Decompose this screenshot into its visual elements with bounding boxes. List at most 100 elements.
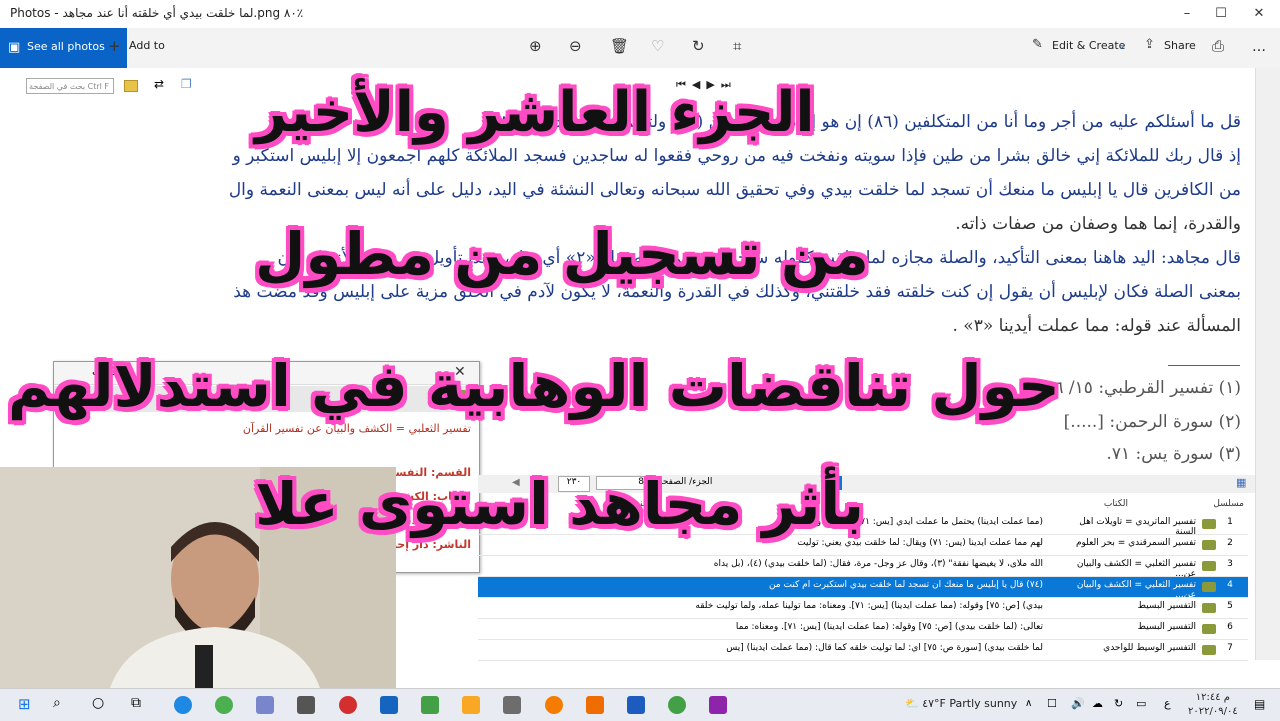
text-line: والقدرة، إنما هما وصفان من صفات ذاته. bbox=[955, 214, 1241, 234]
favorite-icon[interactable]: ♡ bbox=[651, 37, 664, 55]
row-book: تفسير الثعلبي = الكشف والبيان عن... bbox=[1076, 580, 1196, 600]
row-number: 5 bbox=[1227, 601, 1233, 611]
paint-icon[interactable] bbox=[256, 696, 274, 714]
row-book: التفسير البسيط bbox=[1137, 601, 1196, 611]
windows-start-icon[interactable]: ⊞ bbox=[18, 695, 31, 713]
photos-icon[interactable] bbox=[380, 696, 398, 714]
column-header-serial[interactable]: مسلسل bbox=[1213, 496, 1244, 512]
app-icon[interactable] bbox=[421, 696, 439, 714]
edit-icon[interactable]: ✎ bbox=[1032, 37, 1043, 52]
find-in-page-input[interactable]: بحث في الصفحة Ctrl F bbox=[26, 78, 114, 94]
delete-icon[interactable]: 🗑 bbox=[610, 37, 629, 55]
cloud-icon[interactable]: ☁ bbox=[1092, 697, 1103, 710]
folder-icon[interactable] bbox=[124, 80, 138, 92]
copy-icon[interactable]: ❐ bbox=[181, 77, 192, 91]
table-row[interactable]: 3 تفسير الثعلبي = الكشف والبيان عن... ال… bbox=[478, 556, 1248, 579]
grid-view-icon[interactable]: ▦ bbox=[1236, 476, 1246, 489]
rotate-icon[interactable]: ↻ bbox=[692, 37, 705, 55]
row-text: تعالى: (لما خلقت بيدي) [ص: ٧٥] وقوله: (م… bbox=[735, 622, 1043, 632]
row-text: الله ملأى، لا يغيضها نفقة" (٣)، وقال عز … bbox=[713, 559, 1043, 569]
weather-widget[interactable]: ⛅ ٤٧°F Partly sunny bbox=[905, 697, 1017, 710]
footnote-divider bbox=[1168, 365, 1240, 366]
battery-icon[interactable]: ▭ bbox=[1136, 697, 1146, 710]
text-line: المسألة عند قوله: مما عملت أيدينا «٣» . bbox=[952, 316, 1241, 336]
text-line: من الكافرين قال يا إبليس ما منعك أن تسجد… bbox=[228, 180, 1241, 200]
language-indicator[interactable]: ع bbox=[1164, 697, 1171, 710]
utorrent-icon[interactable] bbox=[668, 696, 686, 714]
zoom-out-icon[interactable]: ⊖ bbox=[569, 37, 582, 55]
vlc-icon[interactable] bbox=[586, 696, 604, 714]
app-toolbar: ▣ See all photos + Add to ⊕ ⊖ 🗑 ♡ ↻ ⌗ ✎ … bbox=[0, 28, 1280, 69]
clock-date: ٢٠٢٢/٠٩/٠٤ bbox=[1188, 706, 1238, 717]
book-full-name: تفسير الثعلبي = الكشف والبيان عن تفسير ا… bbox=[242, 422, 471, 435]
add-to-button[interactable]: Add to bbox=[129, 39, 165, 52]
chevron-up-icon[interactable]: ∧ bbox=[1025, 698, 1032, 709]
book-icon bbox=[1202, 603, 1216, 613]
search-app-icon[interactable] bbox=[545, 696, 563, 714]
table-row-selected[interactable]: 4 تفسير الثعلبي = الكشف والبيان عن... (٧… bbox=[478, 577, 1248, 600]
table-row[interactable]: 7 التفسير الوسيط للواحدي لما خلقت بيدي) … bbox=[478, 640, 1248, 661]
share-icon[interactable]: ⇪ bbox=[1144, 37, 1155, 52]
taskbar: ⊞ ⌕ ○ ⧉ ⛅ ٤٧°F Partly sunny ∧ ☐ 🔊 ☁ ↻ ▭ … bbox=[0, 688, 1280, 721]
footnote: (١) تفسير القرطبي: ١٥/ ٢٦ bbox=[1045, 378, 1241, 398]
row-book: تفسير الماتريدي = تأويلات أهل السنة bbox=[1079, 517, 1196, 537]
chrome-icon[interactable] bbox=[215, 696, 233, 714]
edge-icon[interactable] bbox=[174, 696, 192, 714]
sync-icon[interactable]: ⇄ bbox=[154, 77, 164, 91]
vertical-scrollbar[interactable] bbox=[1255, 68, 1280, 660]
share-button[interactable]: Share bbox=[1164, 39, 1196, 52]
search-icon[interactable]: ⌕ bbox=[53, 695, 61, 711]
column-header-book[interactable]: الكتاب bbox=[1104, 496, 1128, 512]
row-book: تفسير الثعلبي = الكشف والبيان عن... bbox=[1076, 559, 1196, 579]
close-button[interactable]: ✕ bbox=[1236, 0, 1280, 28]
row-text: لهم مما عملت أيدينا (يس: ٧١) ويقال: لما … bbox=[797, 538, 1043, 548]
chevron-down-icon[interactable]: ⌄ bbox=[1117, 39, 1126, 52]
zoom-in-icon[interactable]: ⊕ bbox=[529, 37, 542, 55]
pdf-icon[interactable] bbox=[709, 696, 727, 714]
crop-icon[interactable]: ⌗ bbox=[733, 37, 741, 55]
book-field: الناشر: دار إحياء bbox=[383, 538, 471, 551]
network-icon[interactable]: ☐ bbox=[1047, 697, 1057, 710]
task-view-icon[interactable]: ⧉ bbox=[131, 695, 141, 711]
row-book: التفسير الوسيط للواحدي bbox=[1103, 643, 1196, 653]
clock-time: م ١٢:٤٤ bbox=[1195, 692, 1230, 703]
book-icon bbox=[1202, 561, 1216, 571]
plus-icon[interactable]: + bbox=[108, 37, 121, 55]
weather-text: Partly sunny bbox=[949, 697, 1018, 710]
row-number: 2 bbox=[1227, 538, 1233, 548]
row-number: 6 bbox=[1227, 622, 1233, 632]
more-button[interactable]: … bbox=[1252, 39, 1266, 55]
cortana-icon[interactable]: ○ bbox=[92, 695, 104, 711]
edit-create-button[interactable]: Edit & Create bbox=[1052, 39, 1125, 52]
weather-icon: ⛅ bbox=[905, 697, 919, 710]
row-number: 4 bbox=[1227, 580, 1233, 590]
sync-icon[interactable]: ↻ bbox=[1114, 697, 1123, 710]
book-icon bbox=[1202, 519, 1216, 529]
table-row[interactable]: 2 تفسير السمرقندي = بحر العلوم لهم مما ع… bbox=[478, 535, 1248, 556]
caption-line-4: بأثر مجاهد استوى علا bbox=[255, 470, 864, 538]
volume-icon[interactable]: 🔊 bbox=[1071, 697, 1085, 710]
row-text: (٧٤) قال يا إبليس ما منعك أن تسجد لما خل… bbox=[768, 580, 1043, 590]
title-bar: Photos - لما خلقت بيدي أي خلقته أنا عند … bbox=[0, 0, 1280, 28]
see-all-label: See all photos bbox=[27, 40, 105, 53]
row-book: تفسير السمرقندي = بحر العلوم bbox=[1075, 538, 1196, 548]
footnote: (٢) سورة الرحمن: [.....] bbox=[1063, 412, 1241, 432]
book-icon bbox=[1202, 582, 1216, 592]
weather-temp: ٤٧°F bbox=[922, 697, 946, 710]
caption-line-1: الجزء العاشر والأخير bbox=[255, 80, 815, 145]
notepad-icon[interactable] bbox=[503, 696, 521, 714]
text-line: إذ قال ربك للملائكة إني خالق بشرا من طين… bbox=[232, 146, 1241, 166]
caption-line-3: حول تناقضات الوهابية في استدلالهم bbox=[8, 352, 1060, 420]
book-icon bbox=[1202, 624, 1216, 634]
table-row[interactable]: 5 التفسير البسيط بيدي) [ص: ٧٥] وقوله: (م… bbox=[478, 598, 1248, 619]
word-icon[interactable] bbox=[627, 696, 645, 714]
file-explorer-icon[interactable] bbox=[462, 696, 480, 714]
row-text: لما خلقت بيدي) [سورة ص: ٧٥] أي: لما تولي… bbox=[726, 643, 1043, 653]
table-row[interactable]: 6 التفسير البسيط تعالى: (لما خلقت بيدي) … bbox=[478, 619, 1248, 640]
opera-icon[interactable] bbox=[339, 696, 357, 714]
clock[interactable]: م ١٢:٤٤ ٢٠٢٢/٠٩/٠٤ bbox=[1188, 691, 1238, 719]
notification-icon[interactable]: ▤ bbox=[1254, 697, 1265, 711]
caption-line-2: من تسجيل من مطول bbox=[255, 220, 869, 288]
print-icon[interactable]: ⎙ bbox=[1212, 37, 1224, 55]
media-icon[interactable] bbox=[297, 696, 315, 714]
